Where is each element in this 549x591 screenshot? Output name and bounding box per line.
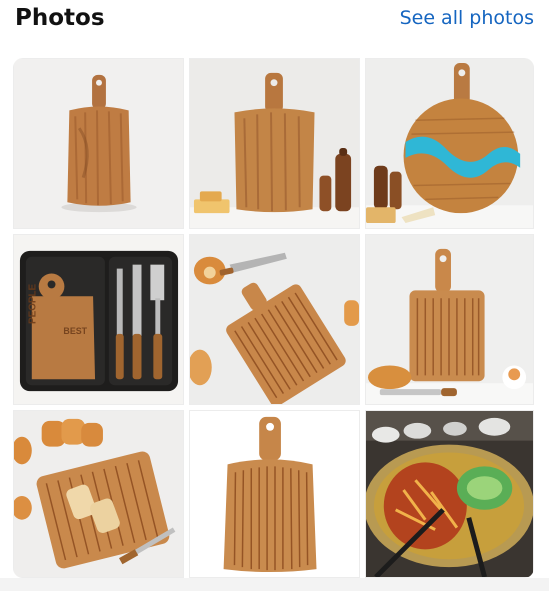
hot-pot-image bbox=[366, 411, 533, 577]
grooved-board-on-white-image bbox=[190, 411, 359, 577]
photo-grid: PEOPLE BEST bbox=[13, 58, 534, 578]
photo-7[interactable] bbox=[13, 410, 184, 578]
bottom-divider bbox=[0, 578, 549, 591]
grooved-paddle-board-image bbox=[366, 235, 533, 404]
resin-round-board-image bbox=[366, 59, 533, 228]
photo-8[interactable] bbox=[189, 410, 360, 578]
cutting-board-image bbox=[14, 59, 183, 228]
grooved-board-with-knife-image bbox=[190, 235, 359, 404]
board-with-pepper-mills-image bbox=[190, 59, 359, 228]
photo-6[interactable] bbox=[365, 234, 534, 405]
photo-3[interactable] bbox=[365, 58, 534, 229]
photos-header: Photos See all photos bbox=[0, 0, 549, 44]
photo-2[interactable] bbox=[189, 58, 360, 229]
svg-text:BEST: BEST bbox=[63, 326, 87, 336]
section-title: Photos bbox=[15, 5, 105, 31]
photo-4[interactable]: PEOPLE BEST bbox=[13, 234, 184, 405]
board-with-sliced-bread-image bbox=[14, 411, 183, 577]
photo-1[interactable] bbox=[13, 58, 184, 229]
photo-9[interactable] bbox=[365, 410, 534, 578]
bbq-tool-set-image: PEOPLE BEST bbox=[14, 235, 183, 404]
see-all-photos-link[interactable]: See all photos bbox=[400, 7, 534, 29]
svg-text:PEOPLE: PEOPLE bbox=[28, 283, 39, 323]
photo-5[interactable] bbox=[189, 234, 360, 405]
